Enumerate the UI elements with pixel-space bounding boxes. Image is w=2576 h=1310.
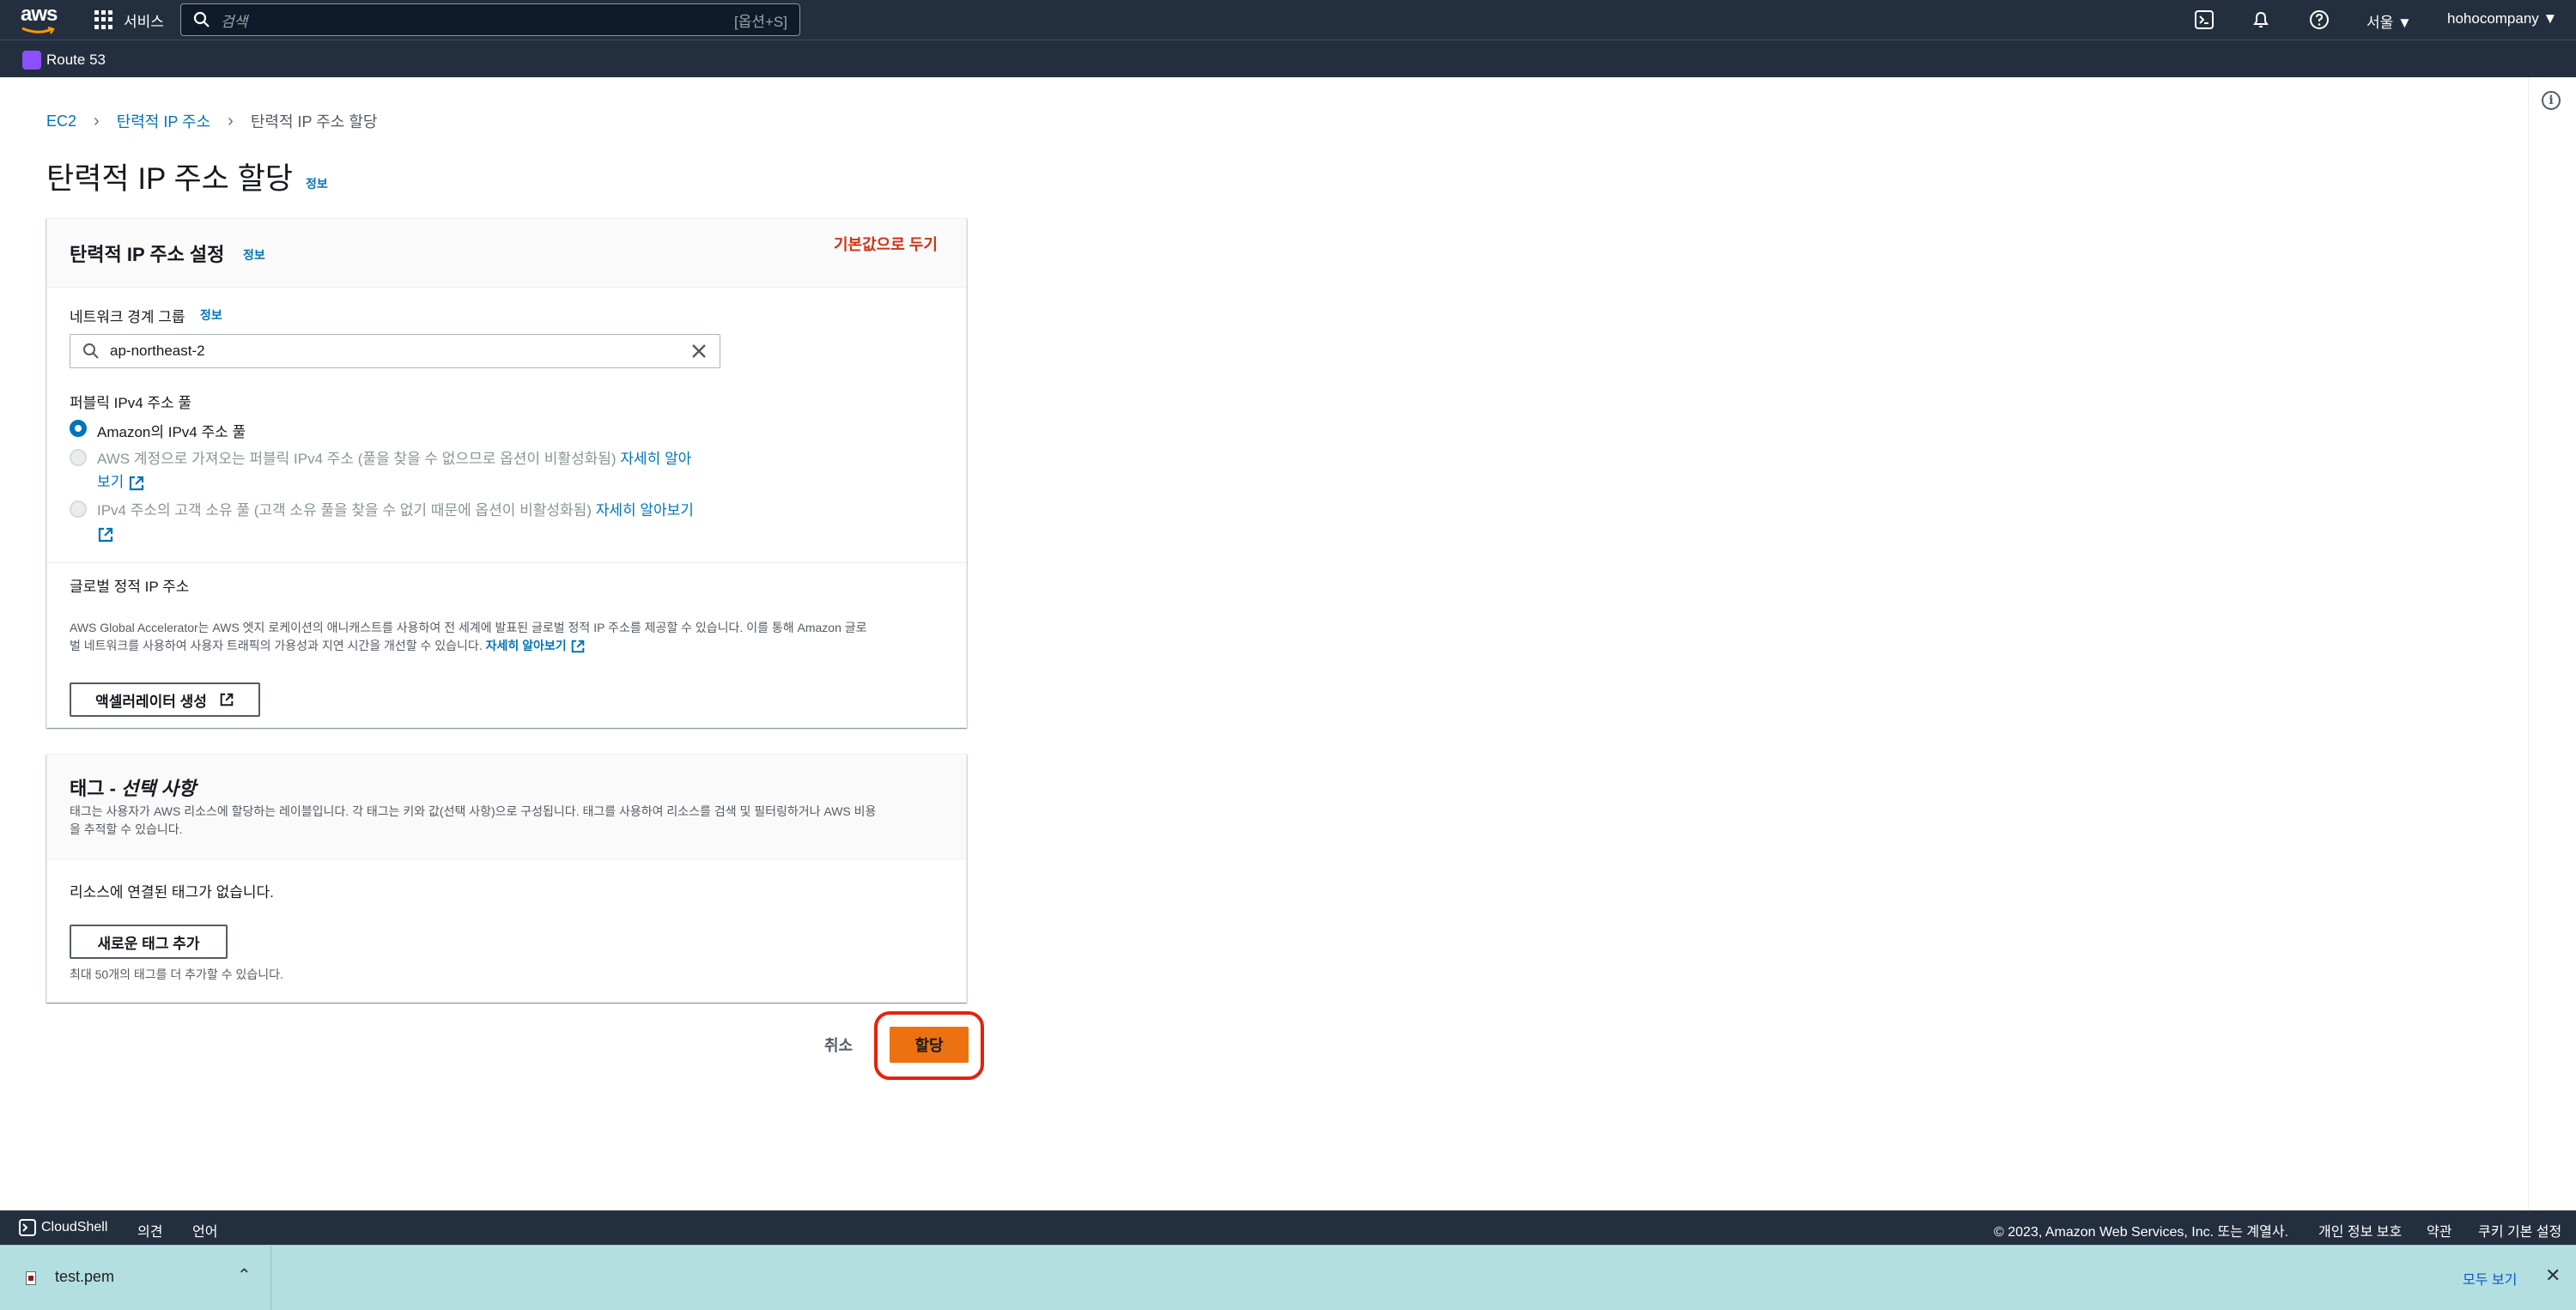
region-label: 서울 xyxy=(2366,15,2394,31)
chevron-right-icon: › xyxy=(228,111,234,130)
annotation-highlight xyxy=(874,1011,984,1080)
tags-description: 태그는 사용자가 AWS 리소스에 할당하는 레이블입니다. 각 태그는 키와 … xyxy=(70,803,954,839)
download-filename: test.pem xyxy=(55,1268,115,1285)
reset-defaults-link[interactable]: 기본값으로 두기 xyxy=(834,233,938,255)
breadcrumb: EC2 › 탄력적 IP 주소 › 탄력적 IP 주소 할당 xyxy=(46,110,377,132)
external-link-icon xyxy=(571,640,584,653)
global-search-input[interactable]: 검색 [옵션+S] xyxy=(180,3,800,36)
ipv4-pool-label: 퍼블릭 IPv4 주소 풀 xyxy=(70,395,192,411)
tags-desc-line1: 태그는 사용자가 AWS 리소스에 할당하는 레이블입니다. 각 태그는 키와 … xyxy=(70,804,877,818)
network-border-group-value: ap-northeast-2 xyxy=(110,343,205,359)
download-bar: test.pem ⌃ 모두 보기 ✕ xyxy=(0,1245,2576,1310)
help-icon[interactable] xyxy=(2308,9,2330,31)
account-label: hohocompany xyxy=(2447,10,2539,27)
tags-title-optional: 선택 사항 xyxy=(121,778,197,799)
tags-panel: 태그 - 선택 사항 태그는 사용자가 AWS 리소스에 할당하는 레이블입니다… xyxy=(46,754,967,1003)
search-placeholder: 검색 xyxy=(221,13,248,30)
panel-header: 탄력적 IP 주소 설정 정보 기본값으로 두기 xyxy=(47,219,966,288)
cancel-button[interactable]: 취소 xyxy=(824,1034,853,1056)
copyright-text: © 2023, Amazon Web Services, Inc. 또는 계열사… xyxy=(1994,1225,2288,1240)
page-title: 탄력적 IP 주소 할당 xyxy=(46,162,294,196)
info-panel-icon[interactable]: i xyxy=(2542,91,2561,110)
tags-limit-note: 최대 50개의 태그를 더 추가할 수 있습니다. xyxy=(70,967,283,981)
tags-desc-line2: 을 추적할 수 있습니다. xyxy=(70,822,183,836)
global-desc-line1: AWS Global Accelerator는 AWS 엣지 로케이션의 애니캐… xyxy=(70,621,867,634)
elastic-ip-settings-panel: 탄력적 IP 주소 설정 정보 기본값으로 두기 네트워크 경계 그룹 정보 a… xyxy=(46,218,967,728)
add-new-tag-button[interactable]: 새로운 태그 추가 xyxy=(70,925,228,959)
download-item[interactable]: test.pem ⌃ xyxy=(0,1246,271,1310)
language-link[interactable]: 언어 xyxy=(192,1220,217,1240)
notifications-bell-icon[interactable] xyxy=(2250,9,2272,31)
global-static-ip-label: 글로벌 정적 IP 주소 xyxy=(70,579,190,595)
global-learn-more-link[interactable]: 자세히 알아보기 xyxy=(486,639,567,652)
chevron-up-icon[interactable]: ⌃ xyxy=(237,1265,252,1286)
radio-byoip-pool[interactable] xyxy=(70,449,87,466)
caret-down-icon: ▼ xyxy=(2543,10,2558,27)
external-link-icon xyxy=(220,693,234,707)
customer-owned-learn-more-link[interactable]: 자세히 알아보기 xyxy=(596,502,694,519)
search-icon xyxy=(193,11,210,27)
show-all-downloads-button[interactable]: 모두 보기 xyxy=(2463,1268,2517,1289)
terms-link[interactable]: 약관 xyxy=(2427,1220,2451,1240)
settings-info-link[interactable]: 정보 xyxy=(243,246,265,264)
network-border-group-label: 네트워크 경계 그룹 xyxy=(70,309,185,325)
search-icon xyxy=(83,343,99,359)
region-selector[interactable]: 서울 ▼ xyxy=(2366,10,2412,32)
byoip-option-text: AWS 계정으로 가져오는 퍼블릭 IPv4 주소 (풀을 찾을 수 없으므로 … xyxy=(97,447,732,494)
customer-owned-option-label: IPv4 주소의 고객 소유 풀 (고객 소유 풀을 찾을 수 없기 때문에 옵… xyxy=(97,502,592,519)
top-navigation: aws 서비스 검색 [옵션+S] 서울 ▼ hohocompany ▼ xyxy=(0,0,2576,39)
radio-customer-owned-pool[interactable] xyxy=(70,500,87,518)
customer-owned-option-text: IPv4 주소의 고객 소유 풀 (고객 소유 풀을 찾을 수 없기 때문에 옵… xyxy=(97,499,732,545)
cookie-preferences-link[interactable]: 쿠키 기본 설정 xyxy=(2478,1220,2561,1240)
cloudshell-footer-link[interactable]: CloudShell xyxy=(41,1220,107,1235)
divider xyxy=(47,562,966,563)
tags-title: 태그 - 선택 사항 xyxy=(70,773,196,801)
route53-shortcut[interactable]: Route 53 xyxy=(46,52,106,69)
breadcrumb-ec2[interactable]: EC2 xyxy=(46,112,76,130)
file-icon xyxy=(26,1271,36,1285)
byoip-option-label: AWS 계정으로 가져오는 퍼블릭 IPv4 주소 (풀을 찾을 수 없으므로 … xyxy=(97,451,617,467)
tags-panel-header: 태그 - 선택 사항 태그는 사용자가 AWS 리소스에 할당하는 레이블입니다… xyxy=(47,755,966,859)
radio-amazon-pool[interactable] xyxy=(70,420,87,437)
privacy-link[interactable]: 개인 정보 보호 xyxy=(2318,1220,2402,1240)
caret-down-icon: ▼ xyxy=(2397,15,2412,31)
breadcrumb-elastic-ip[interactable]: 탄력적 IP 주소 xyxy=(117,110,210,132)
aws-logo-text: aws xyxy=(21,3,58,26)
network-border-group-info-link[interactable]: 정보 xyxy=(200,306,222,324)
no-tags-message: 리소스에 연결된 태그가 없습니다. xyxy=(70,884,274,901)
cloudshell-icon[interactable] xyxy=(2193,9,2215,31)
global-accelerator-description: AWS Global Accelerator는 AWS 엣지 로케이션의 애니캐… xyxy=(70,619,954,655)
search-shortcut: [옵션+S] xyxy=(734,13,787,30)
settings-title: 탄력적 IP 주소 설정 xyxy=(70,244,225,265)
aws-logo[interactable]: aws xyxy=(21,3,58,34)
network-border-group-input[interactable]: ap-northeast-2 xyxy=(70,334,720,368)
aws-smile-icon xyxy=(21,26,55,34)
route53-icon[interactable] xyxy=(22,51,41,70)
tags-title-prefix: 태그 - xyxy=(70,778,122,799)
services-menu[interactable]: 서비스 xyxy=(94,7,164,33)
breadcrumb-current: 탄력적 IP 주소 할당 xyxy=(250,113,378,130)
services-grid-icon xyxy=(94,10,113,29)
external-link-icon xyxy=(129,476,144,490)
help-panel-strip xyxy=(2528,77,2576,1210)
clear-icon[interactable] xyxy=(690,343,708,360)
add-new-tag-label: 새로운 태그 추가 xyxy=(97,935,200,952)
byoip-learn-more-link-cont[interactable]: 보기 xyxy=(97,474,124,490)
byoip-learn-more-link[interactable]: 자세히 알아 xyxy=(620,451,691,467)
console-footer: CloudShell 의견 언어 © 2023, Amazon Web Serv… xyxy=(0,1210,2576,1245)
account-menu[interactable]: hohocompany ▼ xyxy=(2447,10,2557,27)
close-icon[interactable]: ✕ xyxy=(2545,1265,2561,1287)
external-link-icon[interactable] xyxy=(97,526,114,543)
page-info-link[interactable]: 정보 xyxy=(306,175,328,192)
feedback-link[interactable]: 의견 xyxy=(137,1220,162,1240)
radio-amazon-pool-label: Amazon의 IPv4 주소 풀 xyxy=(97,424,246,440)
chevron-right-icon: › xyxy=(94,111,100,130)
create-accelerator-button[interactable]: 액셀러레이터 생성 xyxy=(70,682,260,717)
create-accelerator-label: 액셀러레이터 생성 xyxy=(95,693,207,710)
services-label: 서비스 xyxy=(124,13,164,30)
service-shortcuts-bar: Route 53 xyxy=(0,39,2576,77)
cloudshell-footer-icon[interactable] xyxy=(19,1219,36,1240)
global-desc-line2: 벌 네트워크를 사용하여 사용자 트래픽의 가용성과 지연 시간을 개선할 수 … xyxy=(70,639,483,652)
